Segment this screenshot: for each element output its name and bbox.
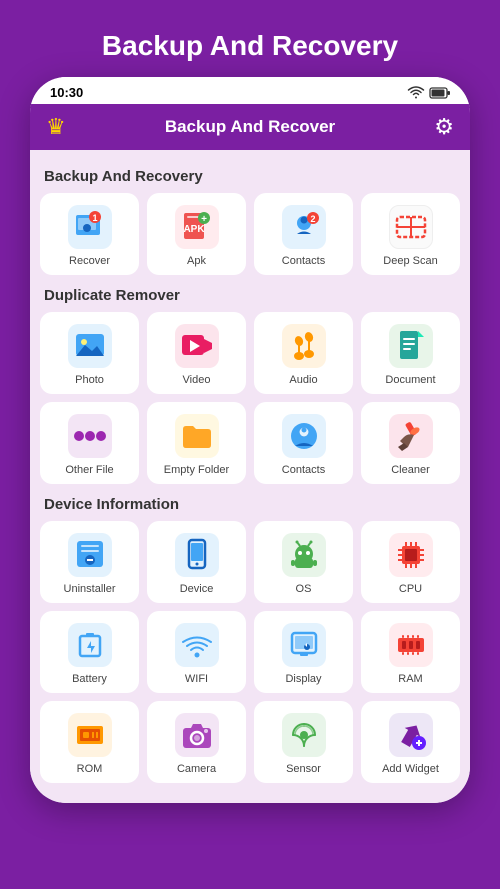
- svg-text:+: +: [201, 214, 207, 225]
- svg-text:2: 2: [310, 214, 315, 224]
- app-header: ♛ Backup And Recover ⚙: [30, 104, 470, 150]
- addwidget-label: Add Widget: [382, 763, 439, 775]
- grid-duplicate: Photo Video: [40, 312, 460, 484]
- grid-item-cpu[interactable]: CPU: [361, 521, 460, 603]
- grid-item-addwidget[interactable]: Add Widget: [361, 701, 460, 783]
- status-icons: [408, 87, 450, 99]
- grid-item-cleaner[interactable]: Cleaner: [361, 402, 460, 484]
- grid-item-display[interactable]: Display: [254, 611, 353, 693]
- wifi-status-icon: [408, 87, 424, 99]
- photo-icon: [68, 324, 112, 368]
- os-icon: [282, 533, 326, 577]
- grid-item-deepscan[interactable]: Deep Scan: [361, 193, 460, 275]
- device-icon: [175, 533, 219, 577]
- emptyfolder-label: Empty Folder: [164, 464, 229, 476]
- photo-label: Photo: [75, 374, 104, 386]
- document-icon: [389, 324, 433, 368]
- grid-item-device[interactable]: Device: [147, 521, 246, 603]
- video-icon: [175, 324, 219, 368]
- settings-icon[interactable]: ⚙: [434, 114, 454, 140]
- document-label: Document: [385, 374, 435, 386]
- section-backup: Backup And Recovery 1 Recover: [40, 160, 460, 275]
- grid-item-camera[interactable]: Camera: [147, 701, 246, 783]
- recover-icon: 1: [68, 205, 112, 249]
- cpu-label: CPU: [399, 583, 422, 595]
- addwidget-icon: [389, 713, 433, 757]
- deepscan-label: Deep Scan: [383, 255, 437, 267]
- wifi-icon: [175, 623, 219, 667]
- grid-item-battery[interactable]: Battery: [40, 611, 139, 693]
- page-title: Backup And Recovery: [82, 0, 418, 77]
- svg-text:1: 1: [92, 213, 97, 223]
- otherfile-label: Other File: [65, 464, 113, 476]
- section-duplicate: Duplicate Remover Photo: [40, 279, 460, 484]
- grid-item-wifi[interactable]: WIFI: [147, 611, 246, 693]
- section-title-device: Device Information: [40, 488, 460, 521]
- grid-item-photo[interactable]: Photo: [40, 312, 139, 394]
- grid-item-emptyfolder[interactable]: Empty Folder: [147, 402, 246, 484]
- crown-icon: ♛: [46, 114, 66, 140]
- phone-frame: 10:30 ♛ Backup And Recover ⚙ Backup: [30, 77, 470, 803]
- uninstaller-icon: [68, 533, 112, 577]
- battery-icon: [68, 623, 112, 667]
- camera-label: Camera: [177, 763, 216, 775]
- grid-item-contacts2[interactable]: Contacts: [254, 402, 353, 484]
- battery-status-icon: [430, 87, 450, 99]
- contacts2-label: Contacts: [282, 464, 325, 476]
- sensor-label: Sensor: [286, 763, 321, 775]
- deepscan-icon: [389, 205, 433, 249]
- section-title-backup: Backup And Recovery: [40, 160, 460, 193]
- apk-label: Apk: [187, 255, 206, 267]
- ram-icon: [389, 623, 433, 667]
- display-label: Display: [285, 673, 321, 685]
- recover-label: Recover: [69, 255, 110, 267]
- grid-item-document[interactable]: Document: [361, 312, 460, 394]
- grid-item-ram[interactable]: RAM: [361, 611, 460, 693]
- contacts-label: Contacts: [282, 255, 325, 267]
- apk-icon: APK +: [175, 205, 219, 249]
- audio-label: Audio: [289, 374, 317, 386]
- grid-item-os[interactable]: OS: [254, 521, 353, 603]
- rom-label: ROM: [77, 763, 103, 775]
- otherfile-icon: [68, 414, 112, 458]
- camera-icon: [175, 713, 219, 757]
- cleaner-label: Cleaner: [391, 464, 430, 476]
- sensor-icon: [282, 713, 326, 757]
- grid-item-otherfile[interactable]: Other File: [40, 402, 139, 484]
- grid-item-sensor[interactable]: Sensor: [254, 701, 353, 783]
- contacts-icon: 2: [282, 205, 326, 249]
- device-label: Device: [180, 583, 214, 595]
- video-label: Video: [183, 374, 211, 386]
- grid-item-uninstaller[interactable]: Uninstaller: [40, 521, 139, 603]
- app-header-title: Backup And Recover: [165, 117, 335, 137]
- ram-label: RAM: [398, 673, 422, 685]
- uninstaller-label: Uninstaller: [64, 583, 116, 595]
- wifi-label: WIFI: [185, 673, 208, 685]
- svg-text:APK: APK: [183, 224, 205, 235]
- section-device: Device Information Uninstaller: [40, 488, 460, 783]
- grid-backup: 1 Recover APK +: [40, 193, 460, 275]
- rom-icon: [68, 713, 112, 757]
- os-label: OS: [296, 583, 312, 595]
- grid-item-audio[interactable]: Audio: [254, 312, 353, 394]
- grid-item-recover[interactable]: 1 Recover: [40, 193, 139, 275]
- emptyfolder-icon: [175, 414, 219, 458]
- status-bar: 10:30: [30, 77, 470, 104]
- contacts2-icon: [282, 414, 326, 458]
- grid-item-apk[interactable]: APK + Apk: [147, 193, 246, 275]
- grid-item-rom[interactable]: ROM: [40, 701, 139, 783]
- battery-label: Battery: [72, 673, 107, 685]
- audio-icon: [282, 324, 326, 368]
- content-area: Backup And Recovery 1 Recover: [30, 150, 470, 803]
- cleaner-icon: [389, 414, 433, 458]
- cpu-icon: [389, 533, 433, 577]
- display-icon: [282, 623, 326, 667]
- grid-item-contacts[interactable]: 2 Contacts: [254, 193, 353, 275]
- grid-item-video[interactable]: Video: [147, 312, 246, 394]
- time: 10:30: [50, 85, 83, 100]
- section-title-duplicate: Duplicate Remover: [40, 279, 460, 312]
- grid-device: Uninstaller Device: [40, 521, 460, 783]
